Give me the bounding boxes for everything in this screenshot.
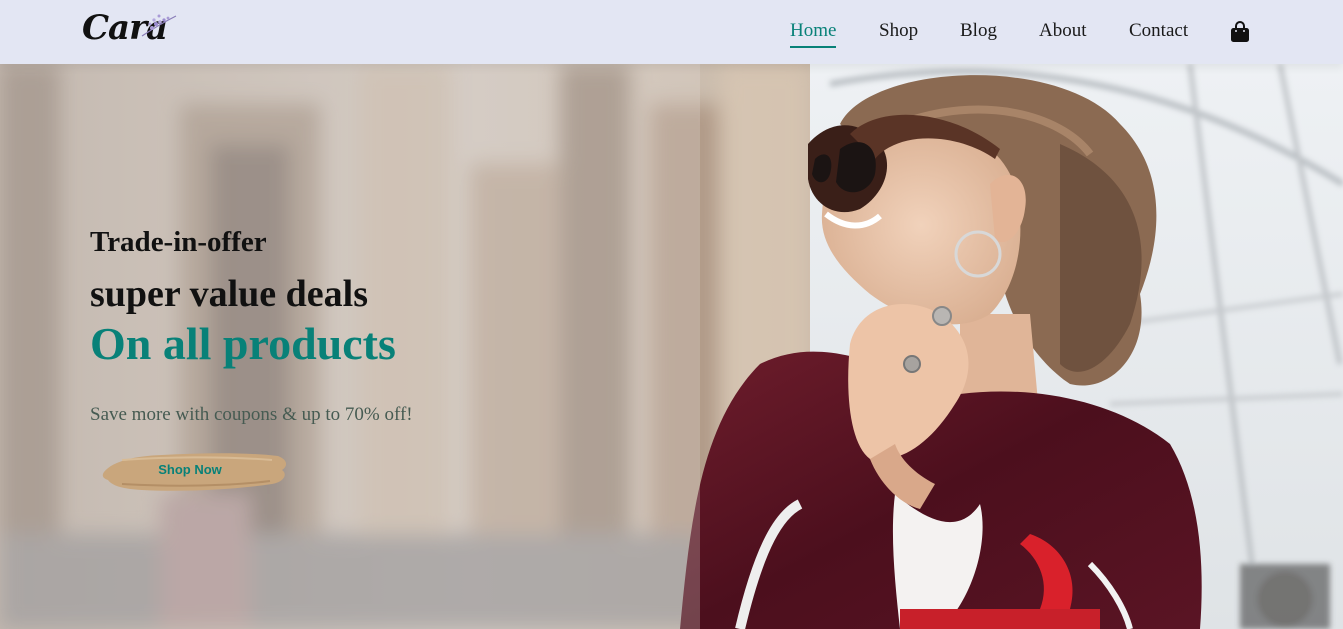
nav-item-about[interactable]: About [1039,20,1087,42]
site-header: Cara Home Shop Blog About Contact [0,0,1343,64]
hero-headline: super value deals [90,273,369,315]
nav-item-blog[interactable]: Blog [960,20,997,42]
lavender-sprig-icon [141,14,177,37]
shop-now-label: Shop Now [158,462,222,477]
nav-item-shop[interactable]: Shop [879,20,918,42]
hero-highlight: On all products [90,318,396,369]
shop-now-button[interactable]: Shop Now [102,448,290,494]
hero-section: Trade-in-offer super value deals On all … [0,64,1343,629]
shopping-bag-icon[interactable] [1230,21,1250,43]
nav-item-contact[interactable]: Contact [1129,20,1188,42]
brand-logo[interactable]: Cara [82,8,182,52]
hero-subtext: Save more with coupons & up to 70% off! [90,404,413,425]
hero-kicker: Trade-in-offer [90,226,267,258]
nav-item-home[interactable]: Home [790,20,837,48]
